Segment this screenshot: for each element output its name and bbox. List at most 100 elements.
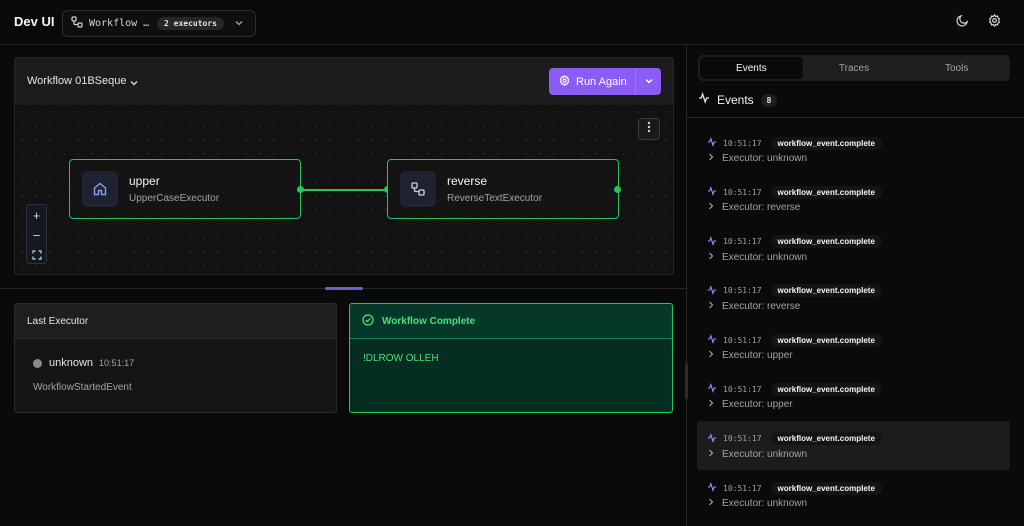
chevron-right-icon [708,153,714,164]
workflow-output: !DLROW OLLEH [363,353,439,364]
event-item[interactable]: 10:51:17 workflow_event.complete Executor:… [697,125,1010,174]
event-header: 10:51:17 workflow_event.complete [707,380,882,398]
workflow-selector-name: Workflow … [89,18,150,29]
workflow-selector[interactable]: Workflow … 2 executors [62,10,256,37]
event-detail[interactable]: Executor: unknown [708,498,807,509]
event-time: 10:51:17 [723,237,762,247]
canvas-body[interactable]: upper UpperCaseExecutor reverse ReverseT… [15,105,673,274]
event-detail-text: Executor: upper [722,350,793,362]
event-detail[interactable]: Executor: upper [708,399,793,410]
event-detail[interactable]: Executor: unknown [708,449,807,460]
workflow-icon [71,15,83,33]
event-time: 10:51:17 [723,138,762,148]
more-options-button[interactable] [638,118,660,140]
settings-button[interactable] [985,13,1003,32]
node-upper[interactable]: upper UpperCaseExecutor [69,159,301,219]
event-time: 10:51:17 [723,335,762,345]
canvas-header: Workflow 01BSeque Run Again [15,58,673,105]
chevron-right-icon [708,399,714,410]
more-vertical-icon [647,120,651,138]
event-item[interactable]: 10:51:17 workflow_event.complete Executor:… [697,273,1010,322]
vertical-resize-handle[interactable] [685,363,688,399]
zoom-in-button[interactable]: + [27,205,46,225]
run-again-main[interactable]: Run Again [549,74,635,89]
chevron-right-icon [708,449,714,460]
event-time: 10:51:17 [723,483,762,493]
activity-icon [707,479,717,497]
event-header: 10:51:17 workflow_event.complete [707,282,882,300]
workflow-icon [400,171,436,207]
gear-icon [559,74,570,89]
home-icon [82,171,118,207]
event-detail-text: Executor: unknown [722,153,808,164]
node-reverse[interactable]: reverse ReverseTextExecutor [387,159,619,219]
event-item[interactable]: 10:51:17 workflow_event.complete Executor:… [697,470,1010,519]
output-port[interactable] [614,186,621,193]
check-circle-icon [362,313,374,329]
status-dot [33,358,42,368]
activity-icon [698,91,710,109]
last-executor-title: Last Executor [15,304,336,339]
event-type-badge: workflow_event.complete [770,284,882,298]
event-detail[interactable]: Executor: reverse [708,301,800,312]
top-bar: Dev UI Workflow … 2 executors [0,0,1024,45]
activity-icon [707,380,717,398]
activity-icon [707,430,717,448]
event-type-badge: workflow_event.complete [770,333,882,347]
event-time: 10:51:17 [723,286,762,296]
event-header: 10:51:17 workflow_event.complete [707,134,882,152]
gear-icon [988,13,1001,32]
event-item[interactable]: 10:51:17 workflow_event.complete Executor:… [697,174,1010,223]
last-executor-card: Last Executor unknown 10:51:17 WorkflowS… [14,303,337,413]
chevron-right-icon [708,202,714,213]
event-detail[interactable]: Executor: upper [708,350,793,361]
horizontal-resize-handle[interactable] [325,287,363,290]
tab-events[interactable]: Events [700,57,803,79]
chevron-right-icon [708,498,714,509]
event-type-badge: workflow_event.complete [770,235,882,249]
moon-icon [955,14,969,32]
app-title: Dev UI [14,14,55,29]
event-time: 10:51:17 [723,384,762,394]
last-executor-event: WorkflowStartedEvent [33,382,132,393]
run-again-button[interactable]: Run Again [549,68,661,95]
event-item[interactable]: 10:51:17 workflow_event.complete Executor:… [697,371,1010,420]
event-detail[interactable]: Executor: unknown [708,153,807,164]
events-count-badge: 8 [760,93,778,107]
event-type-badge: workflow_event.complete [770,481,882,495]
event-time: 10:51:17 [723,434,762,444]
workflow-complete-title: Workflow Complete [382,315,476,327]
workflow-complete-card: Workflow Complete !DLROW OLLEH [349,303,673,413]
theme-toggle-button[interactable] [953,14,971,32]
workflow-title[interactable]: Workflow 01BSeque [27,75,126,87]
run-options-dropdown[interactable] [635,68,661,95]
fit-view-button[interactable] [27,245,46,265]
tab-traces[interactable]: Traces [803,57,906,79]
event-type-badge: workflow_event.complete [770,185,882,199]
event-item[interactable]: 10:51:17 workflow_event.complete Executor:… [697,224,1010,273]
activity-icon [707,233,717,251]
event-header: 10:51:17 workflow_event.complete [707,479,882,497]
event-item[interactable]: 10:51:17 workflow_event.complete Executor:… [697,322,1010,371]
zoom-controls: + − [26,204,47,264]
event-detail-text: Executor: reverse [722,202,801,214]
activity-icon [707,331,717,349]
activity-icon [707,282,717,300]
event-detail-text: Executor: reverse [722,300,801,312]
event-time: 10:51:17 [723,187,762,197]
chevron-down-icon[interactable] [129,75,139,93]
event-header: 10:51:17 workflow_event.complete [707,233,882,251]
app-root: Dev UI Workflow … 2 executors Workflow 0… [0,0,1024,526]
tab-tools[interactable]: Tools [905,57,1008,79]
activity-icon [707,183,717,201]
node-title: upper [129,174,160,188]
events-title: Events [717,93,754,107]
activity-icon [707,134,717,152]
zoom-out-button[interactable]: − [27,225,46,245]
event-item[interactable]: 10:51:17 workflow_event.complete Executor:… [697,420,1010,471]
event-detail[interactable]: Executor: unknown [708,252,807,263]
event-header: 10:51:17 workflow_event.complete [707,430,882,448]
event-detail[interactable]: Executor: reverse [708,202,800,213]
event-detail-text: Executor: unknown [722,251,808,263]
workflow-canvas-panel: Workflow 01BSeque Run Again upper UpperC… [14,57,674,275]
